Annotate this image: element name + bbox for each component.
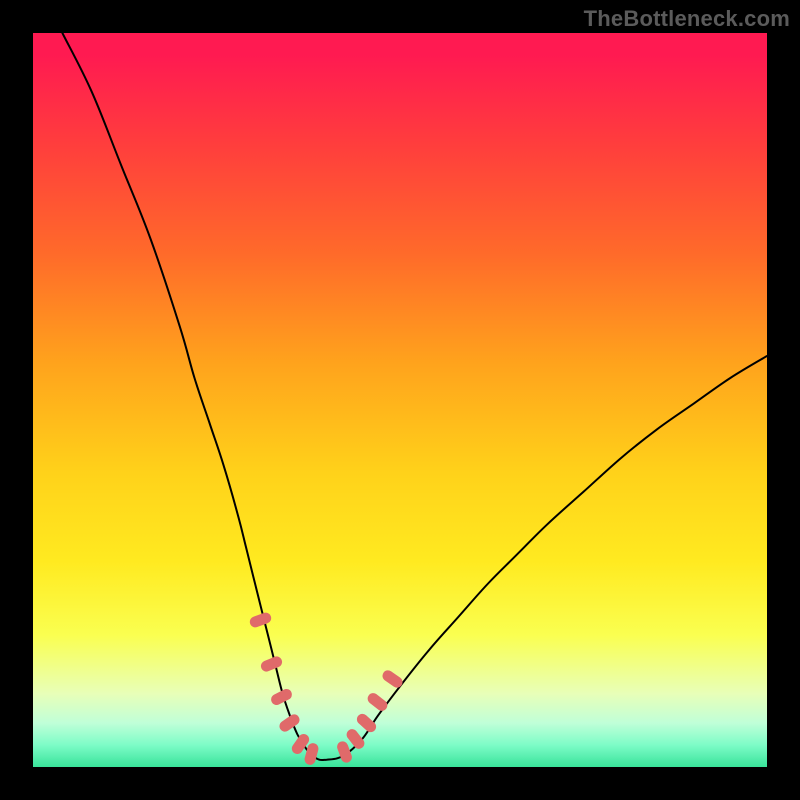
curve-layer [33,33,767,767]
plot-area [33,33,767,767]
curve-svg [33,33,767,767]
bottleneck-curve [62,33,767,760]
watermark-text: TheBottleneck.com [584,6,790,32]
stage: TheBottleneck.com [0,0,800,800]
